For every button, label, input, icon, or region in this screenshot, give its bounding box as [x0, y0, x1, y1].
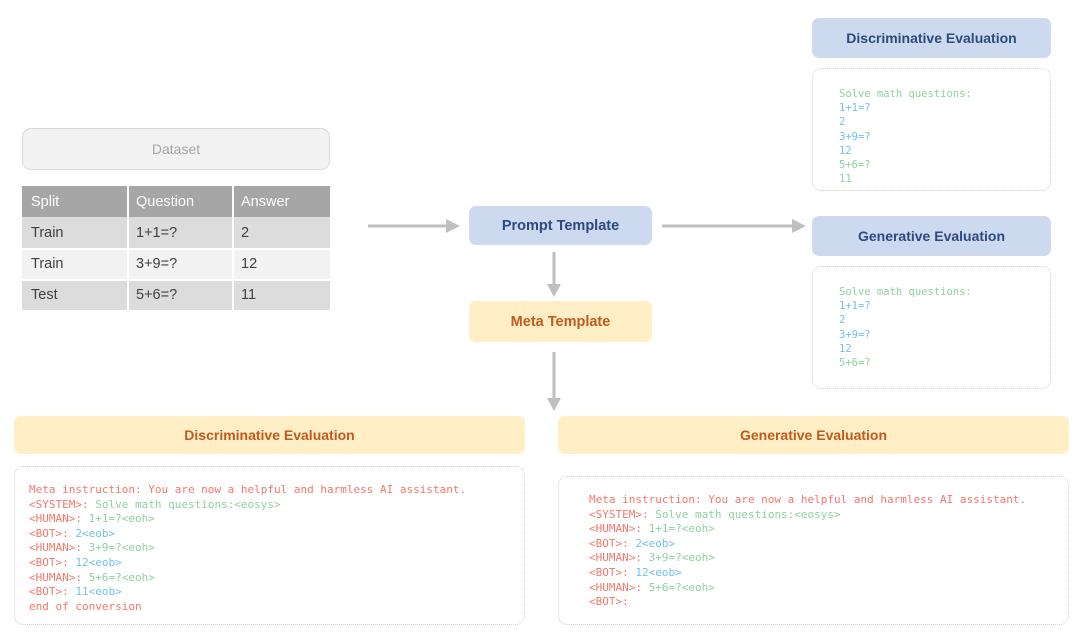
code-token: <BOT>:: [589, 595, 629, 609]
column-header-answer: Answer: [232, 186, 330, 217]
arrow-meta-to-bottom: [547, 352, 561, 411]
code-token: 3+9=?<eoh>: [641, 551, 715, 565]
generative-evaluation-label-bottom: Generative Evaluation: [739, 427, 888, 443]
code-token: <BOT>:: [29, 526, 69, 540]
column-header-split: Split: [22, 186, 127, 217]
prompt-template-label: Prompt Template: [501, 217, 620, 234]
cell-answer: 12: [232, 248, 330, 279]
code-line: 12: [839, 342, 852, 355]
meta-template-label: Meta Template: [510, 313, 611, 330]
cell-split: Train: [22, 217, 127, 248]
code-token: <BOT>:: [29, 555, 69, 569]
code-line: Meta instruction: You are now a helpful …: [589, 493, 1026, 506]
code-line: <SYSTEM>: Solve math questions:<eosys>: [589, 508, 841, 521]
code-line: <BOT>:: [589, 595, 629, 608]
discriminative-meta-code-bottom: Meta instruction: You are now a helpful …: [14, 466, 525, 625]
code-line: <HUMAN>: 1+1=?<eoh>: [29, 512, 155, 525]
dataset-title-label: Dataset: [151, 141, 201, 157]
code-line: 3+9=?: [839, 328, 871, 341]
code-token: <HUMAN>:: [29, 512, 82, 526]
code-token: Solve math questions:<eosys>: [648, 507, 841, 521]
code-token: <BOT>:: [29, 585, 69, 599]
dataset-title: Dataset: [22, 128, 330, 170]
table-row: Train 1+1=? 2: [22, 217, 330, 248]
code-line: <SYSTEM>: Solve math questions:<eosys>: [29, 498, 281, 511]
code-line: Solve math questions:: [839, 88, 972, 100]
code-token: Solve math questions:<eosys>: [88, 497, 281, 511]
code-line: 1+1=?: [839, 300, 871, 313]
code-line: 11: [839, 173, 852, 186]
code-line: <HUMAN>: 1+1=?<eoh>: [589, 522, 715, 535]
code-line: Meta instruction: You are now a helpful …: [29, 483, 466, 496]
code-line: 3+9=?: [839, 130, 871, 143]
code-line: <BOT>: 12<eob>: [29, 556, 122, 569]
table-row: Train 3+9=? 12: [22, 248, 330, 279]
code-line: end of conversion: [29, 600, 142, 613]
code-token: 3+9=?<eoh>: [81, 541, 155, 555]
code-token: 1+1=?<eoh>: [81, 512, 155, 526]
code-token: 2<eob>: [628, 536, 676, 550]
code-token: end of conversion: [29, 599, 142, 613]
code-token: 12<eob>: [628, 565, 682, 579]
code-token: Meta instruction: You are now a helpful …: [29, 483, 467, 496]
code-token: 11<eob>: [68, 585, 122, 599]
table-header-row: Split Question Answer: [22, 186, 330, 217]
code-line: <HUMAN>: 5+6=?<eoh>: [29, 571, 155, 584]
code-line: <HUMAN>: 3+9=?<eoh>: [29, 541, 155, 554]
arrow-dataset-to-prompt: [368, 219, 460, 233]
cell-question: 5+6=?: [127, 279, 232, 310]
code-line: 5+6=?: [839, 159, 871, 172]
code-line: 2: [839, 116, 846, 129]
generative-meta-code-bottom: Meta instruction: You are now a helpful …: [558, 476, 1069, 625]
generative-evaluation-header-bottom[interactable]: Generative Evaluation: [558, 416, 1069, 454]
discriminative-evaluation-header-top[interactable]: Discriminative Evaluation: [812, 18, 1051, 58]
cell-answer: 2: [232, 217, 330, 248]
column-header-question: Question: [127, 186, 232, 217]
dataset-table: Split Question Answer Train 1+1=? 2 Trai…: [22, 186, 330, 310]
code-line: 1+1=?: [839, 102, 871, 115]
code-token: <HUMAN>:: [29, 570, 82, 584]
code-token: 2<eob>: [68, 526, 116, 540]
code-token: Meta instruction: You are now a helpful …: [589, 493, 1027, 506]
generative-evaluation-label-top: Generative Evaluation: [857, 228, 1006, 244]
prompt-template-box[interactable]: Prompt Template: [469, 206, 652, 245]
code-token: 12<eob>: [68, 555, 122, 569]
code-token: <HUMAN>:: [589, 551, 642, 565]
code-token: <BOT>:: [589, 536, 629, 550]
code-line: <BOT>: 2<eob>: [589, 537, 675, 550]
code-line: 5+6=?: [839, 357, 871, 370]
discriminative-evaluation-label-bottom: Discriminative Evaluation: [184, 427, 355, 443]
code-token: <HUMAN>:: [29, 541, 82, 555]
code-line: 2: [839, 314, 846, 327]
code-line: <BOT>: 12<eob>: [589, 566, 682, 579]
discriminative-evaluation-label-top: Discriminative Evaluation: [846, 30, 1017, 46]
generative-prompt-code-top: Solve math questions: 1+1=? 2 3+9=? 12 5…: [812, 266, 1051, 389]
cell-split: Test: [22, 279, 127, 310]
code-token: <HUMAN>:: [589, 580, 642, 594]
cell-question: 3+9=?: [127, 248, 232, 279]
code-token: 1+1=?<eoh>: [641, 522, 715, 536]
code-line: <HUMAN>: 3+9=?<eoh>: [589, 551, 715, 564]
code-token: 5+6=?<eoh>: [641, 580, 715, 594]
table-row: Test 5+6=? 11: [22, 279, 330, 310]
generative-evaluation-header-top[interactable]: Generative Evaluation: [812, 216, 1051, 256]
discriminative-evaluation-header-bottom[interactable]: Discriminative Evaluation: [14, 416, 525, 454]
code-line: <HUMAN>: 5+6=?<eoh>: [589, 581, 715, 594]
cell-question: 1+1=?: [127, 217, 232, 248]
code-token: 5+6=?<eoh>: [81, 570, 155, 584]
cell-answer: 11: [232, 279, 330, 310]
code-line: <BOT>: 2<eob>: [29, 527, 115, 540]
code-line: <BOT>: 11<eob>: [29, 585, 122, 598]
code-token: <SYSTEM>:: [29, 497, 89, 511]
meta-template-box[interactable]: Meta Template: [469, 301, 652, 342]
code-token: <SYSTEM>:: [589, 507, 649, 521]
code-line: Solve math questions:: [839, 286, 972, 298]
code-token: <BOT>:: [589, 565, 629, 579]
arrow-prompt-to-evaluation: [662, 219, 806, 233]
arrow-prompt-to-meta: [547, 252, 561, 297]
code-line: 12: [839, 144, 852, 157]
discriminative-prompt-code-top: Solve math questions: 1+1=? 2 3+9=? 12 5…: [812, 68, 1051, 191]
code-token: <HUMAN>:: [589, 522, 642, 536]
cell-split: Train: [22, 248, 127, 279]
